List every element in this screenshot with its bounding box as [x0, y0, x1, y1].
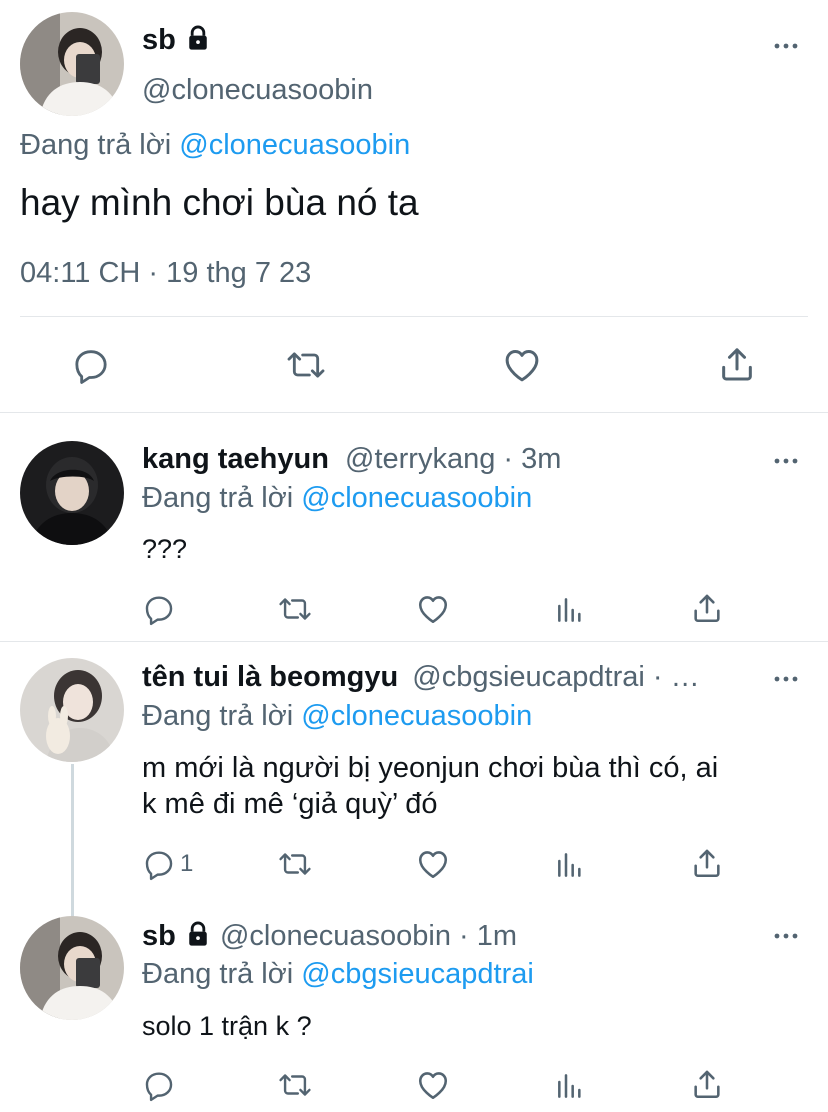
reply-icon[interactable] [71, 345, 111, 385]
divider [20, 316, 808, 317]
tweet-timestamp[interactable]: 04:11 CH · 19 thg 7 23 [20, 257, 311, 290]
lock-icon [184, 24, 212, 52]
author-name[interactable]: kang taehyun [142, 443, 329, 475]
reply-icon[interactable] [142, 592, 176, 626]
replying-to: Đang trả lời @clonecuasoobin [142, 700, 533, 732]
replying-to-link[interactable]: @clonecuasoobin [301, 700, 532, 732]
replying-to: Đang trả lời @cbgsieucapdtrai [142, 958, 534, 990]
retweet-icon[interactable] [284, 345, 328, 385]
like-icon[interactable] [501, 344, 543, 386]
author-handle[interactable]: @terrykang · 3m [345, 443, 561, 475]
author-name[interactable]: tên tui là beomgyu [142, 661, 398, 693]
more-icon[interactable] [774, 458, 798, 464]
author-handle[interactable]: @clonecuasoobin · 1m [220, 920, 517, 952]
reply-count: 1 [180, 850, 194, 877]
share-icon[interactable] [690, 1067, 724, 1101]
avatar[interactable] [20, 658, 124, 762]
views-icon[interactable] [554, 594, 586, 626]
tweet-text: ??? [142, 534, 188, 564]
retweet-icon[interactable] [276, 1068, 314, 1102]
replying-to-link[interactable]: @clonecuasoobin [301, 482, 532, 514]
thread-line [71, 764, 74, 918]
tweet-text-line: k mê đi mê ‘giả quỳ’ đó [142, 788, 438, 820]
divider [0, 641, 828, 642]
replying-to-link[interactable]: @cbgsieucapdtrai [301, 958, 534, 990]
replying-to: Đang trả lời @clonecuasoobin [20, 129, 411, 161]
author-handle[interactable]: @cbgsieucapdtrai · … [412, 661, 699, 693]
divider [0, 412, 828, 413]
reply-header: kang taehyun @terrykang · 3m [142, 443, 561, 476]
retweet-icon[interactable] [276, 592, 314, 626]
reply-header: sb @clonecuasoobin · 1m [142, 920, 517, 953]
tweet-text: hay mình chơi bùa nó ta [20, 182, 419, 223]
more-icon[interactable] [774, 933, 798, 939]
replying-to-link[interactable]: @clonecuasoobin [179, 129, 410, 161]
reply-header: tên tui là beomgyu @cbgsieucapdtrai · … [142, 661, 700, 694]
avatar[interactable] [20, 12, 124, 116]
author-name[interactable]: sb [142, 24, 212, 57]
views-icon[interactable] [554, 849, 586, 881]
author-handle[interactable]: @clonecuasoobin [142, 74, 373, 107]
share-icon[interactable] [690, 591, 724, 625]
reply-icon[interactable] [142, 847, 176, 881]
more-icon[interactable] [774, 676, 798, 682]
share-icon[interactable] [717, 344, 757, 384]
like-icon[interactable] [415, 846, 451, 882]
avatar[interactable] [20, 441, 124, 545]
like-icon[interactable] [415, 1067, 451, 1103]
tweet-text: solo 1 trận k ? [142, 1011, 312, 1041]
tweet-text-line: m mới là người bị yeonjun chơi bùa thì c… [142, 752, 719, 784]
replying-to: Đang trả lời @clonecuasoobin [142, 482, 533, 514]
avatar[interactable] [20, 916, 124, 1020]
author-name[interactable]: sb [142, 920, 176, 952]
retweet-icon[interactable] [276, 847, 314, 881]
like-icon[interactable] [415, 591, 451, 627]
reply-icon[interactable] [142, 1068, 176, 1102]
share-icon[interactable] [690, 846, 724, 880]
lock-icon [184, 920, 212, 948]
more-icon[interactable] [774, 43, 798, 49]
views-icon[interactable] [554, 1070, 586, 1102]
